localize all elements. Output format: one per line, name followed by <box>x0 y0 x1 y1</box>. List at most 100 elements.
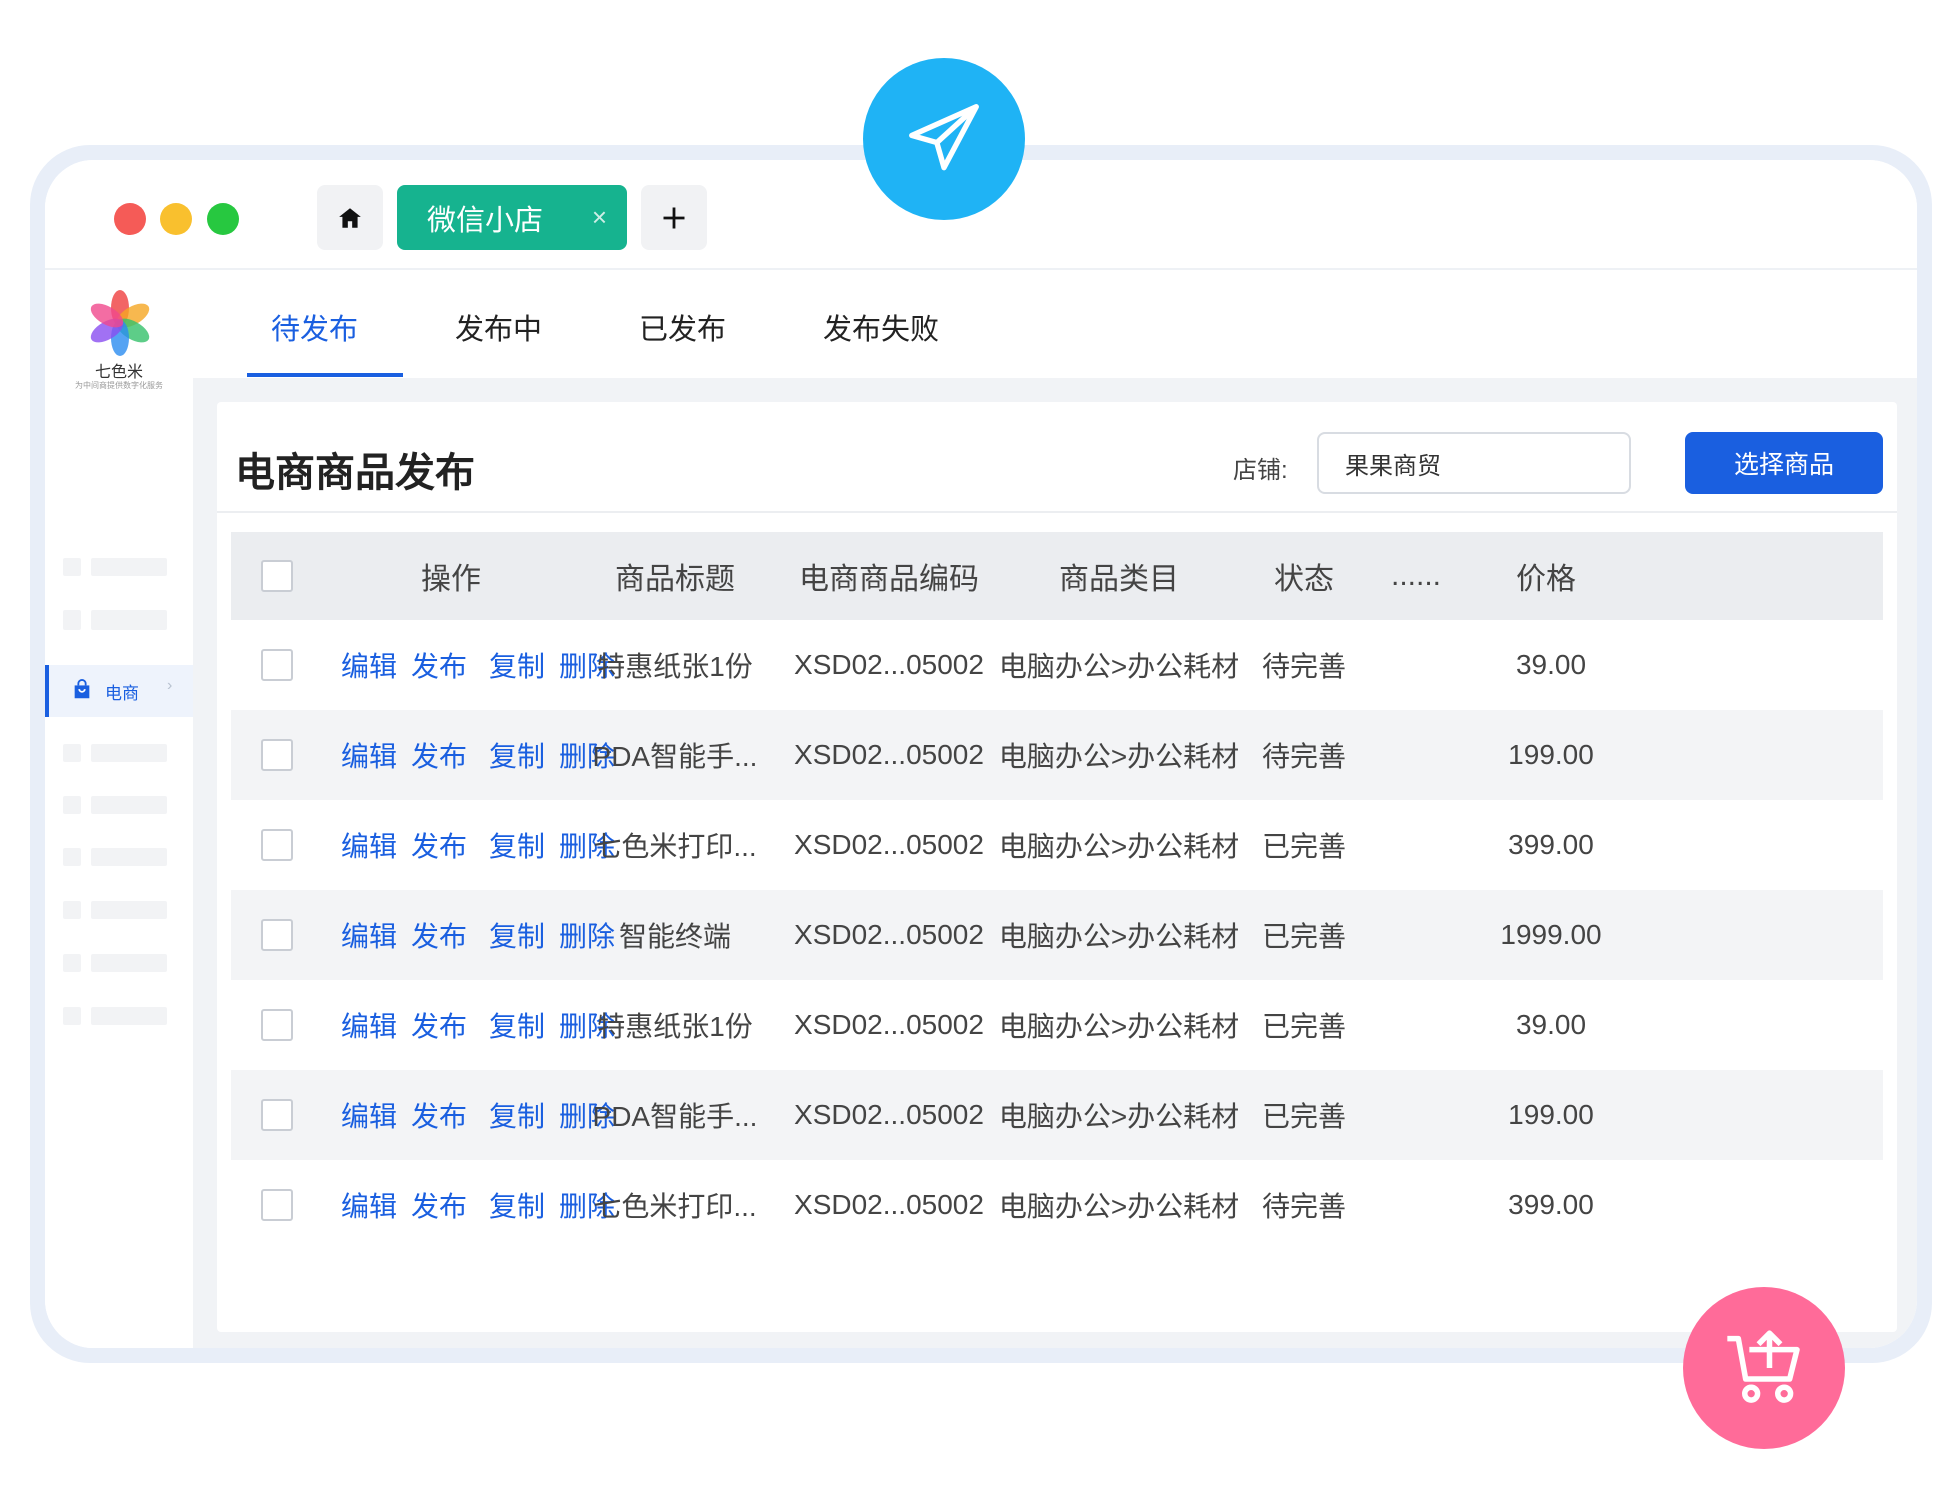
nav-placeholder-icon <box>63 901 81 919</box>
cell-title: 七色米打印... <box>593 831 757 862</box>
table-row: 编辑 发布 复制 删除 七色米打印... XSD02...05002 电脑办公>办公耗材 已完… <box>231 800 1883 890</box>
row-checkbox[interactable] <box>261 829 293 861</box>
nav-placeholder[interactable] <box>91 558 167 576</box>
row-checkbox[interactable] <box>261 919 293 951</box>
column-header-code: 电商商品编码 <box>799 563 979 596</box>
publish-link[interactable]: 发布 <box>411 735 467 775</box>
shop-label: 店铺: <box>1233 457 1288 484</box>
shop-select[interactable]: 果果商贸 <box>1317 432 1631 494</box>
publish-link[interactable]: 发布 <box>411 645 467 685</box>
column-header-price: 价格 <box>1516 563 1576 596</box>
row-checkbox[interactable] <box>261 649 293 681</box>
nav-placeholder[interactable] <box>91 796 167 814</box>
nav-placeholder[interactable] <box>91 1007 167 1025</box>
cell-price: 39.00 <box>1515 649 1587 680</box>
cell-status: 已完善 <box>1261 831 1346 862</box>
cell-category: 电脑办公>办公耗材 <box>998 1011 1240 1042</box>
cell-category: 电脑办公>办公耗材 <box>998 1191 1240 1222</box>
cell-price: 399.00 <box>1508 1189 1594 1220</box>
cell-title: 特惠纸张1份 <box>597 651 753 682</box>
cell-title: PDA智能手... <box>592 741 758 772</box>
tab-failed[interactable]: 发布失败 <box>823 306 939 348</box>
cell-status: 已完善 <box>1261 921 1346 952</box>
send-badge <box>863 58 1025 220</box>
nav-placeholder-icon <box>63 848 81 866</box>
column-header-status: 状态 <box>1274 563 1334 596</box>
column-header-category: 商品类目 <box>1059 563 1179 596</box>
brand-tagline: 为中间商提供数字化服务 <box>75 381 163 390</box>
shopping-bag-icon <box>74 679 90 699</box>
nav-placeholder-icon <box>63 954 81 972</box>
nav-placeholder[interactable] <box>91 612 167 630</box>
select-all-checkbox[interactable] <box>261 560 293 592</box>
nav-placeholder[interactable] <box>91 954 167 972</box>
publish-link[interactable]: 发布 <box>411 1185 467 1225</box>
column-header-ops: 操作 <box>421 563 481 596</box>
select-products-button[interactable]: 选择商品 <box>1685 432 1883 494</box>
edit-link[interactable]: 编辑 <box>341 735 397 775</box>
cell-category: 电脑办公>办公耗材 <box>998 741 1240 772</box>
cell-price: 1999.00 <box>1500 919 1602 950</box>
edit-link[interactable]: 编辑 <box>341 825 397 865</box>
publish-link[interactable]: 发布 <box>411 1005 467 1045</box>
publish-link[interactable]: 发布 <box>411 915 467 955</box>
copy-link[interactable]: 复制 <box>489 825 545 865</box>
close-window-button[interactable] <box>114 203 146 235</box>
sidebar-item-ecommerce[interactable]: 电商 › <box>45 665 193 717</box>
copy-link[interactable]: 复制 <box>489 915 545 955</box>
publish-link[interactable]: 发布 <box>411 825 467 865</box>
edit-link[interactable]: 编辑 <box>341 1095 397 1135</box>
column-header-title: 商品标题 <box>615 563 735 596</box>
cell-price: 199.00 <box>1508 739 1594 770</box>
table-row: 编辑 发布 复制 删除 特惠纸张1份 XSD02...05002 电脑办公>办公耗材 已完善 3… <box>231 980 1883 1070</box>
cell-title: 智能终端 <box>618 921 731 952</box>
brand-logo <box>90 290 150 356</box>
tab-pending[interactable]: 待发布 <box>271 306 358 348</box>
cell-code: XSD02...05002 <box>794 649 984 680</box>
cell-code: XSD02...05002 <box>794 1099 984 1130</box>
cell-category: 电脑办公>办公耗材 <box>998 831 1240 862</box>
tab-weixin-shop[interactable]: 微信小店 × <box>397 185 627 250</box>
table-body: 编辑 发布 复制 删除 特惠纸张1份 XSD02...05002 电脑办公>办公耗材 待完善 3… <box>231 620 1883 1250</box>
status-tabs: 待发布 发布中 已发布 发布失败 <box>193 270 1917 378</box>
copy-link[interactable]: 复制 <box>489 1185 545 1225</box>
edit-link[interactable]: 编辑 <box>341 915 397 955</box>
edit-link[interactable]: 编辑 <box>341 1005 397 1045</box>
cell-category: 电脑办公>办公耗材 <box>998 1101 1240 1132</box>
table-header: 操作 商品标题 电商商品编码 商品类目 状态 ...... 价格 <box>231 532 1883 620</box>
tab-published[interactable]: 已发布 <box>639 306 726 348</box>
row-checkbox[interactable] <box>261 1189 293 1221</box>
row-checkbox[interactable] <box>261 1009 293 1041</box>
content-card: 电商商品发布 店铺: 果果商贸 选择商品 操作 商品标题 电商商品编码 商品类目… <box>217 402 1897 1332</box>
nav-placeholder-icon <box>63 1007 81 1025</box>
cell-price: 39.00 <box>1515 1009 1587 1040</box>
active-tab-indicator <box>247 373 403 377</box>
row-checkbox[interactable] <box>261 1099 293 1131</box>
tab-close-icon[interactable]: × <box>592 202 607 233</box>
home-tab[interactable] <box>317 185 383 250</box>
row-checkbox[interactable] <box>261 739 293 771</box>
app-window: 微信小店 × 七色米 为中间商提供数字化服务 电商 › 待发布 发布中 已发布 … <box>45 160 1917 1348</box>
edit-link[interactable]: 编辑 <box>341 1185 397 1225</box>
publish-link[interactable]: 发布 <box>411 1095 467 1135</box>
copy-link[interactable]: 复制 <box>489 735 545 775</box>
plus-icon <box>663 207 685 228</box>
cell-category: 电脑办公>办公耗材 <box>998 651 1240 682</box>
nav-placeholder[interactable] <box>91 848 167 866</box>
table-row: 编辑 发布 复制 删除 智能终端 XSD02...05002 电脑办公>办公耗材 已完善 199… <box>231 890 1883 980</box>
cell-price: 199.00 <box>1508 1099 1594 1130</box>
nav-placeholder[interactable] <box>91 744 167 762</box>
nav-placeholder[interactable] <box>91 901 167 919</box>
minimize-window-button[interactable] <box>160 203 192 235</box>
cell-code: XSD02...05002 <box>794 1009 984 1040</box>
page-title: 电商商品发布 <box>235 451 475 495</box>
copy-link[interactable]: 复制 <box>489 1005 545 1045</box>
home-icon <box>339 207 361 228</box>
add-tab-button[interactable] <box>641 185 707 250</box>
copy-link[interactable]: 复制 <box>489 645 545 685</box>
cell-code: XSD02...05002 <box>794 1189 984 1220</box>
maximize-window-button[interactable] <box>207 203 239 235</box>
edit-link[interactable]: 编辑 <box>341 645 397 685</box>
tab-publishing[interactable]: 发布中 <box>455 306 542 348</box>
copy-link[interactable]: 复制 <box>489 1095 545 1135</box>
